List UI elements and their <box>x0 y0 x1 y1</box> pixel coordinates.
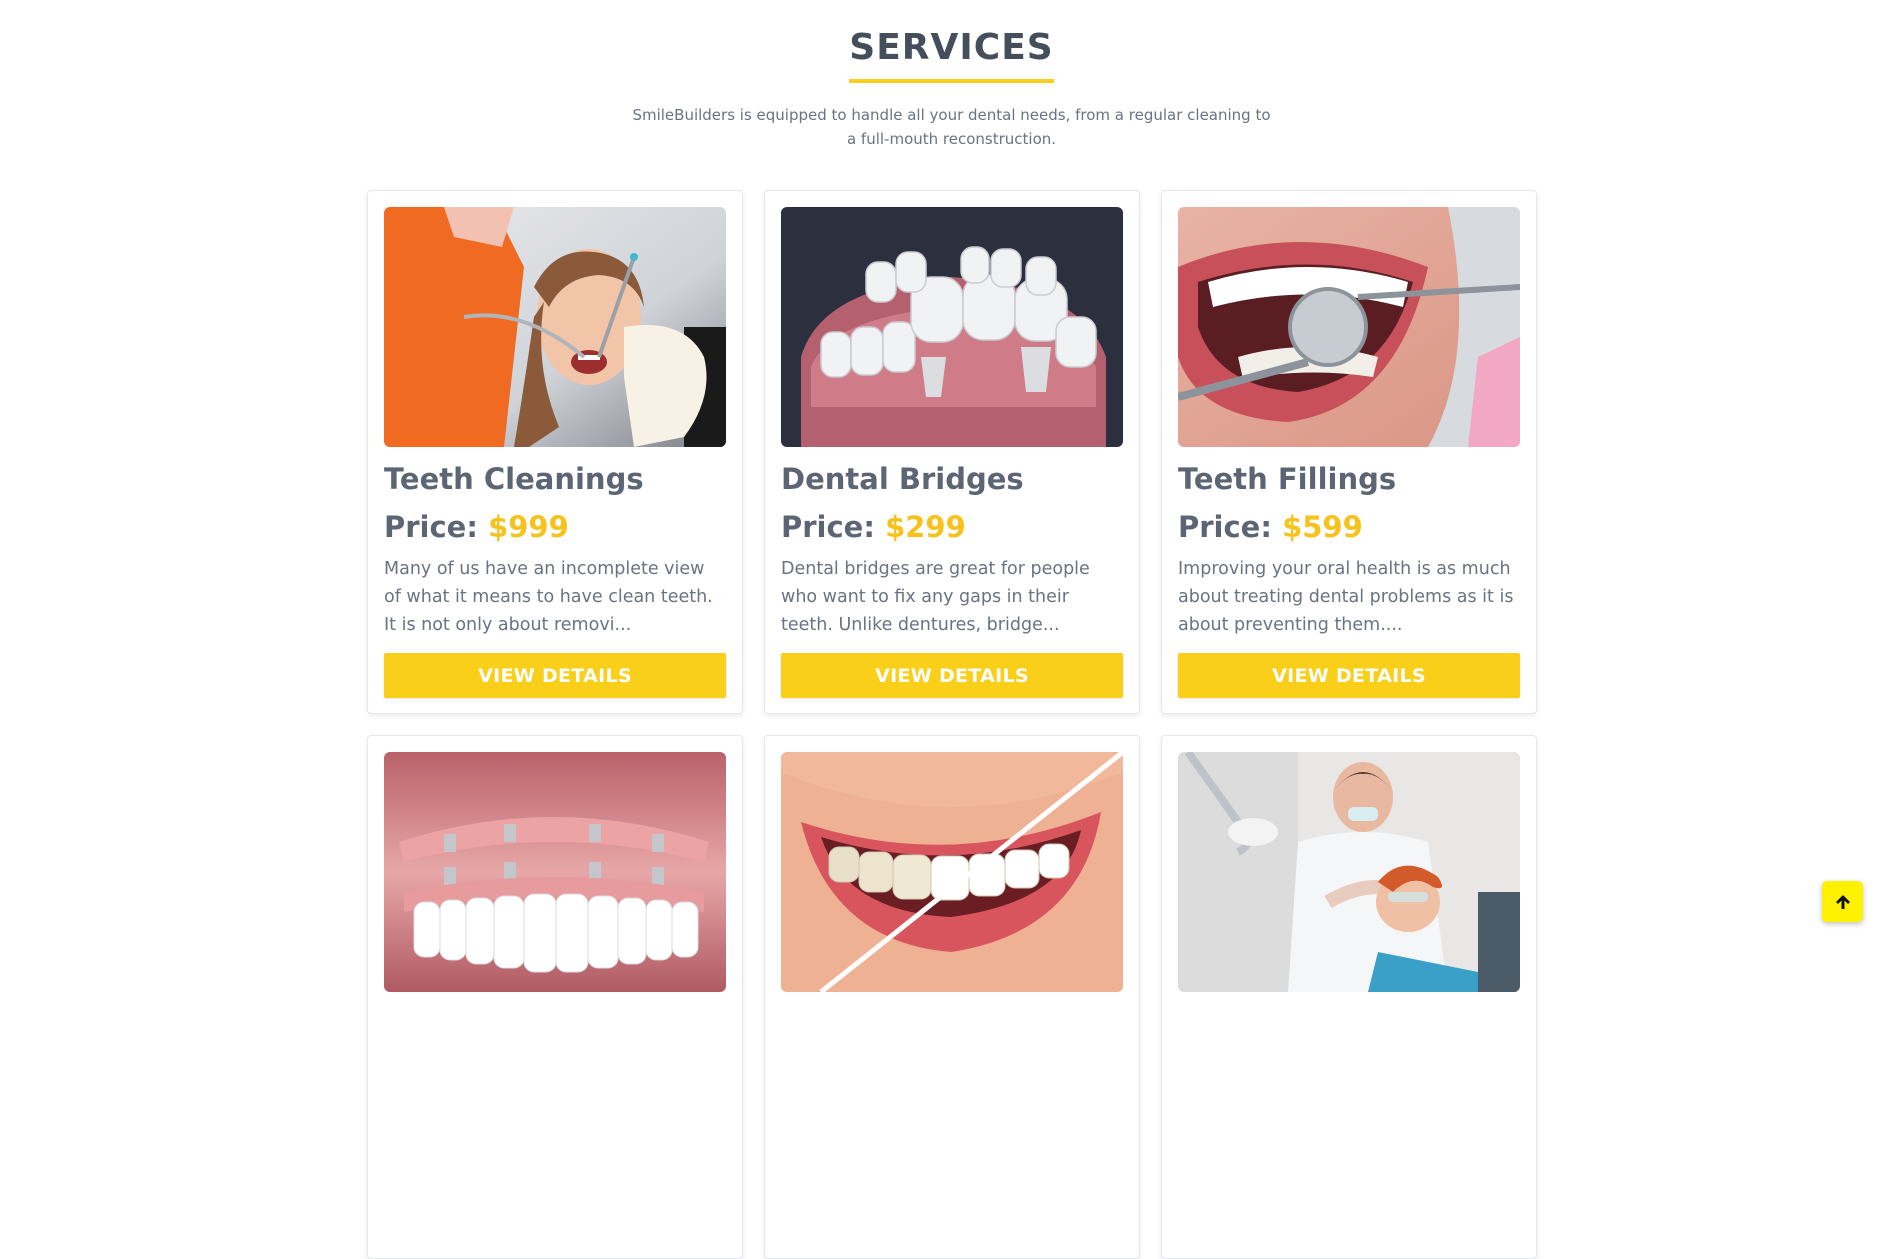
service-title: Teeth Fillings <box>1178 462 1397 496</box>
service-card-checkup <box>1161 735 1537 1259</box>
price-label: Price: <box>781 510 875 544</box>
view-details-button[interactable]: VIEW DETAILS <box>384 653 726 698</box>
dental-implants-image <box>384 752 726 992</box>
scroll-to-top-button[interactable] <box>1822 881 1863 922</box>
service-card-teeth-cleanings: Teeth Cleanings Price: $999 Many of us h… <box>367 190 743 714</box>
services-grid: Teeth Cleanings Price: $999 Many of us h… <box>367 190 1539 1259</box>
service-card-dental-bridges: Dental Bridges Price: $299 Dental bridge… <box>764 190 1140 714</box>
dental-bridge-image <box>781 207 1123 447</box>
view-details-button[interactable]: VIEW DETAILS <box>1178 653 1520 698</box>
price-value: $299 <box>885 510 966 544</box>
price-value: $599 <box>1282 510 1363 544</box>
service-description: Dental bridges are great for people who … <box>781 559 1090 635</box>
arrow-up-icon <box>1834 893 1852 911</box>
service-card-whitening <box>764 735 1140 1259</box>
view-details-button[interactable]: VIEW DETAILS <box>781 653 1123 698</box>
service-card-implants <box>367 735 743 1259</box>
price-label: Price: <box>1178 510 1272 544</box>
section-title: SERVICES <box>849 26 1054 84</box>
service-card-teeth-fillings: Teeth Fillings Price: $599 Improving you… <box>1161 190 1537 714</box>
service-price: Price: $299 <box>781 507 1123 547</box>
section-subtitle: SmileBuilders is equipped to handle all … <box>632 106 1271 149</box>
service-price: Price: $599 <box>1178 507 1520 547</box>
service-title: Teeth Cleanings <box>384 462 644 496</box>
teeth-cleaning-image <box>384 207 726 447</box>
service-description: Many of us have an incomplete view of wh… <box>384 559 713 635</box>
service-price: Price: $999 <box>384 507 726 547</box>
price-label: Price: <box>384 510 478 544</box>
price-value: $999 <box>488 510 569 544</box>
dentist-patient-image <box>1178 752 1520 992</box>
service-title: Dental Bridges <box>781 462 1024 496</box>
teeth-whitening-image <box>781 752 1123 992</box>
teeth-filling-image <box>1178 207 1520 447</box>
service-description: Improving your oral health is as much ab… <box>1178 559 1514 635</box>
services-header: SERVICES SmileBuilders is equipped to ha… <box>0 26 1903 151</box>
